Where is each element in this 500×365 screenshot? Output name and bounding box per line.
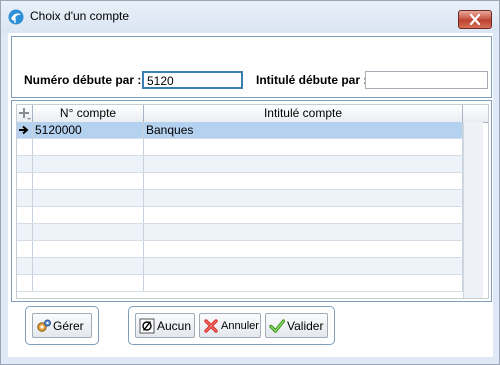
row-pointer-icon — [17, 122, 33, 138]
table-row[interactable] — [17, 190, 463, 207]
cell-selector — [17, 156, 33, 172]
gerer-button[interactable]: Gérer — [32, 313, 92, 338]
accounts-table[interactable]: N° compte Intitulé compte 5120000 Banque… — [16, 104, 489, 299]
cell-numero — [33, 275, 144, 291]
table-row[interactable] — [17, 139, 463, 156]
valider-button[interactable]: Valider — [265, 313, 328, 338]
table-row[interactable]: 5120000 Banques — [17, 122, 463, 139]
table-row[interactable] — [17, 258, 463, 275]
cell-selector — [17, 190, 33, 206]
aucun-label: Aucun — [157, 319, 192, 333]
cell-selector — [17, 275, 33, 291]
cell-numero — [33, 190, 144, 206]
checkmark-icon — [269, 319, 285, 333]
valider-label: Valider — [287, 319, 324, 333]
column-header-numero[interactable]: N° compte — [33, 105, 144, 122]
cell-selector — [17, 224, 33, 240]
intitule-label: Intitulé débute par : — [256, 73, 368, 87]
cancel-x-icon — [204, 319, 218, 333]
table-row[interactable] — [17, 156, 463, 173]
table-row[interactable] — [17, 173, 463, 190]
cell-intitule — [144, 258, 463, 274]
cell-intitule — [144, 275, 463, 291]
cell-intitule — [144, 139, 463, 155]
cell-numero — [33, 224, 144, 240]
cell-numero — [33, 207, 144, 223]
cell-intitule — [144, 224, 463, 240]
action-button-group: Aucun Annuler Valider — [128, 306, 335, 345]
cell-numero: 5120000 — [33, 122, 144, 138]
cell-selector — [17, 139, 33, 155]
close-button[interactable] — [458, 10, 492, 29]
cell-selector — [17, 258, 33, 274]
table-row[interactable] — [17, 275, 463, 292]
cell-intitule — [144, 190, 463, 206]
vertical-scrollbar[interactable] — [463, 122, 483, 298]
gears-icon — [37, 319, 51, 332]
cell-intitule: Banques — [144, 122, 463, 138]
filter-panel: Numéro débute par : 5120 Intitulé débute… — [11, 36, 492, 98]
window-title: Choix d'un compte — [30, 9, 130, 23]
numero-input[interactable]: 5120 — [142, 71, 243, 89]
dialog-body: Numéro débute par : 5120 Intitulé débute… — [8, 33, 493, 357]
empty-set-icon — [139, 318, 155, 334]
table-row[interactable] — [17, 224, 463, 241]
cell-numero — [33, 173, 144, 189]
cell-selector — [17, 173, 33, 189]
grid-panel: N° compte Intitulé compte 5120000 Banque… — [11, 100, 492, 302]
dialog-window: Choix d'un compte Numéro débute par : 51… — [0, 0, 500, 365]
cell-intitule — [144, 241, 463, 257]
cell-numero — [33, 258, 144, 274]
aucun-button[interactable]: Aucun — [135, 313, 195, 338]
add-column-icon[interactable] — [17, 105, 33, 122]
annuler-label: Annuler — [221, 320, 259, 332]
cell-selector — [17, 207, 33, 223]
table-row[interactable] — [17, 241, 463, 258]
cell-intitule — [144, 156, 463, 172]
app-icon — [8, 9, 24, 25]
title-bar[interactable]: Choix d'un compte — [1, 1, 499, 33]
table-row[interactable] — [17, 207, 463, 224]
manage-button-group: Gérer — [25, 306, 99, 345]
cell-intitule — [144, 173, 463, 189]
annuler-button[interactable]: Annuler — [199, 313, 261, 338]
gerer-label: Gérer — [53, 319, 84, 333]
cell-selector — [17, 241, 33, 257]
cell-numero — [33, 156, 144, 172]
numero-label: Numéro débute par : — [24, 73, 142, 87]
close-icon — [469, 14, 481, 25]
cell-numero — [33, 139, 144, 155]
cell-intitule — [144, 207, 463, 223]
table-header: N° compte Intitulé compte — [17, 105, 488, 123]
intitule-input[interactable] — [365, 71, 488, 89]
column-header-intitule[interactable]: Intitulé compte — [144, 105, 463, 122]
cell-numero — [33, 241, 144, 257]
